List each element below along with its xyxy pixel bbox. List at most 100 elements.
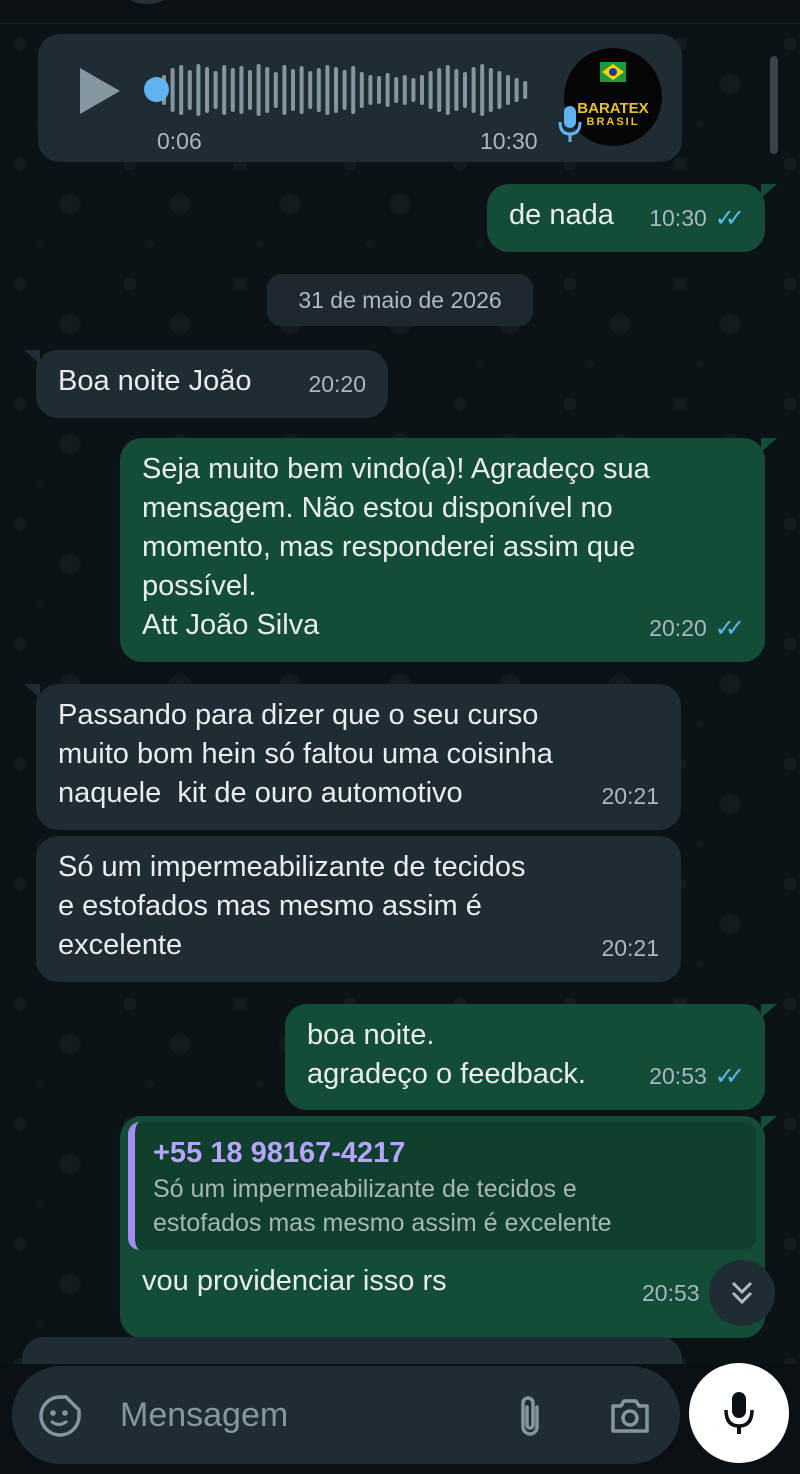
message-meta: 20:20 ✓✓ bbox=[649, 609, 745, 648]
voice-note-mic-icon bbox=[558, 106, 582, 142]
waveform-bar bbox=[239, 66, 244, 114]
camera-icon bbox=[611, 1399, 649, 1433]
top-app-bar bbox=[0, 0, 800, 24]
date-separator: 31 de maio de 2026 bbox=[267, 274, 533, 326]
bubble-tail bbox=[761, 1004, 777, 1018]
message-outgoing[interactable]: de nada 10:30 ✓✓ bbox=[487, 184, 777, 252]
chat-area[interactable]: 0:06 10:30 BARATEX BRASIL de nada 10:30 … bbox=[0, 24, 800, 1364]
waveform-bar bbox=[196, 64, 201, 116]
message-time: 20:21 bbox=[601, 935, 659, 961]
message-time: 10:30 bbox=[649, 205, 707, 231]
attach-icon bbox=[521, 1396, 539, 1436]
message-meta: 20:53 ✓✓ bbox=[649, 1057, 745, 1096]
read-ticks-icon: ✓✓ bbox=[714, 615, 745, 642]
message-line: excelente bbox=[58, 929, 183, 961]
waveform-bar bbox=[273, 72, 278, 108]
waveform-bar bbox=[291, 69, 295, 111]
audio-message: 0:06 10:30 BARATEX BRASIL bbox=[38, 34, 682, 162]
waveform-bar bbox=[308, 71, 313, 109]
sticker-button[interactable] bbox=[36, 1392, 84, 1440]
message-line: possível. bbox=[142, 570, 257, 602]
waveform-bar bbox=[282, 65, 287, 115]
sticker-icon bbox=[39, 1395, 81, 1437]
message-incoming[interactable]: Só um impermeabilizante de tecidos e est… bbox=[36, 836, 681, 982]
message-incoming[interactable]: Boa noite João 20:20 bbox=[24, 350, 388, 418]
waveform-bar bbox=[299, 66, 304, 114]
audio-elapsed: 0:06 bbox=[157, 128, 202, 154]
waveform-bar bbox=[187, 70, 192, 110]
waveform-bar bbox=[222, 65, 227, 115]
audio-time: 10:30 bbox=[480, 128, 538, 154]
waveform-bar bbox=[402, 75, 407, 105]
waveform-bar bbox=[342, 70, 347, 110]
message-line: boa noite. bbox=[307, 1019, 435, 1051]
waveform-bar bbox=[385, 73, 390, 107]
waveform-bar bbox=[265, 67, 270, 113]
read-ticks-icon: ✓✓ bbox=[714, 205, 745, 232]
message-line: naquele kit de ouro automotivo bbox=[58, 777, 463, 809]
message-meta: 10:30 ✓✓ bbox=[649, 199, 745, 238]
waveform-bar bbox=[351, 66, 356, 114]
audio-waveform[interactable] bbox=[158, 62, 538, 118]
waveform-bar bbox=[454, 69, 459, 111]
message-incoming[interactable]: Passando para dizer que o seu curso muit… bbox=[24, 684, 681, 830]
message-meta: 20:20 bbox=[308, 365, 366, 404]
waveform-bar bbox=[488, 68, 493, 112]
message-line: Só um impermeabilizante de tecidos bbox=[58, 851, 526, 883]
message-line: muito bom hein só faltou uma coisinha bbox=[58, 738, 553, 770]
waveform-bar bbox=[506, 75, 510, 105]
waveform-bar bbox=[437, 68, 442, 112]
waveform-bar bbox=[480, 64, 485, 116]
waveform-bar bbox=[334, 67, 338, 113]
bubble-tail bbox=[24, 684, 40, 698]
message-time: 20:21 bbox=[601, 783, 659, 809]
waveform-bar bbox=[471, 67, 476, 113]
camera-button[interactable] bbox=[608, 1394, 652, 1438]
waveform-bar bbox=[230, 68, 235, 112]
double-chevron-down-icon bbox=[731, 1281, 753, 1305]
quote-author: +55 18 98167-4217 bbox=[153, 1137, 406, 1169]
play-icon[interactable] bbox=[80, 68, 120, 114]
waveform-bar bbox=[170, 68, 175, 112]
waveform-bar bbox=[428, 71, 433, 109]
waveform-bar bbox=[359, 72, 364, 108]
quoted-message[interactable]: +55 18 98167-4217 Só um impermeabilizant… bbox=[128, 1122, 756, 1250]
message-outgoing[interactable]: Seja muito bem vindo(a)! Agradeço sua me… bbox=[120, 438, 777, 662]
record-voice-button[interactable] bbox=[689, 1363, 789, 1463]
bubble-tail bbox=[761, 438, 777, 452]
waveform-bar bbox=[445, 65, 450, 115]
bubble-tail bbox=[761, 184, 777, 198]
message-time: 20:20 bbox=[308, 371, 366, 397]
contact-avatar[interactable] bbox=[122, 0, 172, 4]
waveform-bar bbox=[463, 72, 467, 108]
waveform-bar bbox=[179, 65, 184, 115]
waveform-bar bbox=[248, 70, 252, 110]
waveform-bar bbox=[420, 75, 424, 105]
audio-seek-handle[interactable] bbox=[144, 77, 169, 102]
message-incoming-partial[interactable] bbox=[22, 1337, 682, 1364]
message-time: 20:53 bbox=[649, 1063, 707, 1089]
attach-button[interactable] bbox=[510, 1392, 550, 1440]
message-line: Seja muito bem vindo(a)! Agradeço sua bbox=[142, 453, 650, 485]
waveform-bar bbox=[377, 76, 381, 104]
message-line: e estofados mas mesmo assim é bbox=[58, 890, 482, 922]
waveform-bar bbox=[368, 75, 373, 105]
message-line: momento, mas responderei assim que bbox=[142, 531, 636, 563]
quote-line: estofados mas mesmo assim é excelente bbox=[153, 1209, 612, 1237]
mic-icon bbox=[724, 1392, 754, 1434]
waveform-bar bbox=[411, 78, 416, 102]
read-ticks-icon: ✓✓ bbox=[714, 1063, 745, 1090]
scrollbar[interactable] bbox=[770, 56, 778, 154]
message-composer bbox=[12, 1366, 680, 1464]
waveform-bar bbox=[523, 81, 528, 99]
scroll-to-bottom-button[interactable] bbox=[709, 1260, 775, 1326]
message-time: 20:20 bbox=[649, 615, 707, 641]
message-text: vou providenciar isso rs bbox=[142, 1265, 447, 1297]
message-line: Passando para dizer que o seu curso bbox=[58, 699, 539, 731]
bubble-tail bbox=[24, 350, 40, 364]
quote-line: Só um impermeabilizante de tecidos e bbox=[153, 1175, 577, 1203]
message-line: mensagem. Não estou disponível no bbox=[142, 492, 613, 524]
message-outgoing[interactable]: boa noite. agradeço o feedback. 20:53 ✓✓ bbox=[285, 1004, 777, 1110]
waveform-bar bbox=[394, 77, 399, 103]
message-input[interactable] bbox=[120, 1392, 500, 1438]
